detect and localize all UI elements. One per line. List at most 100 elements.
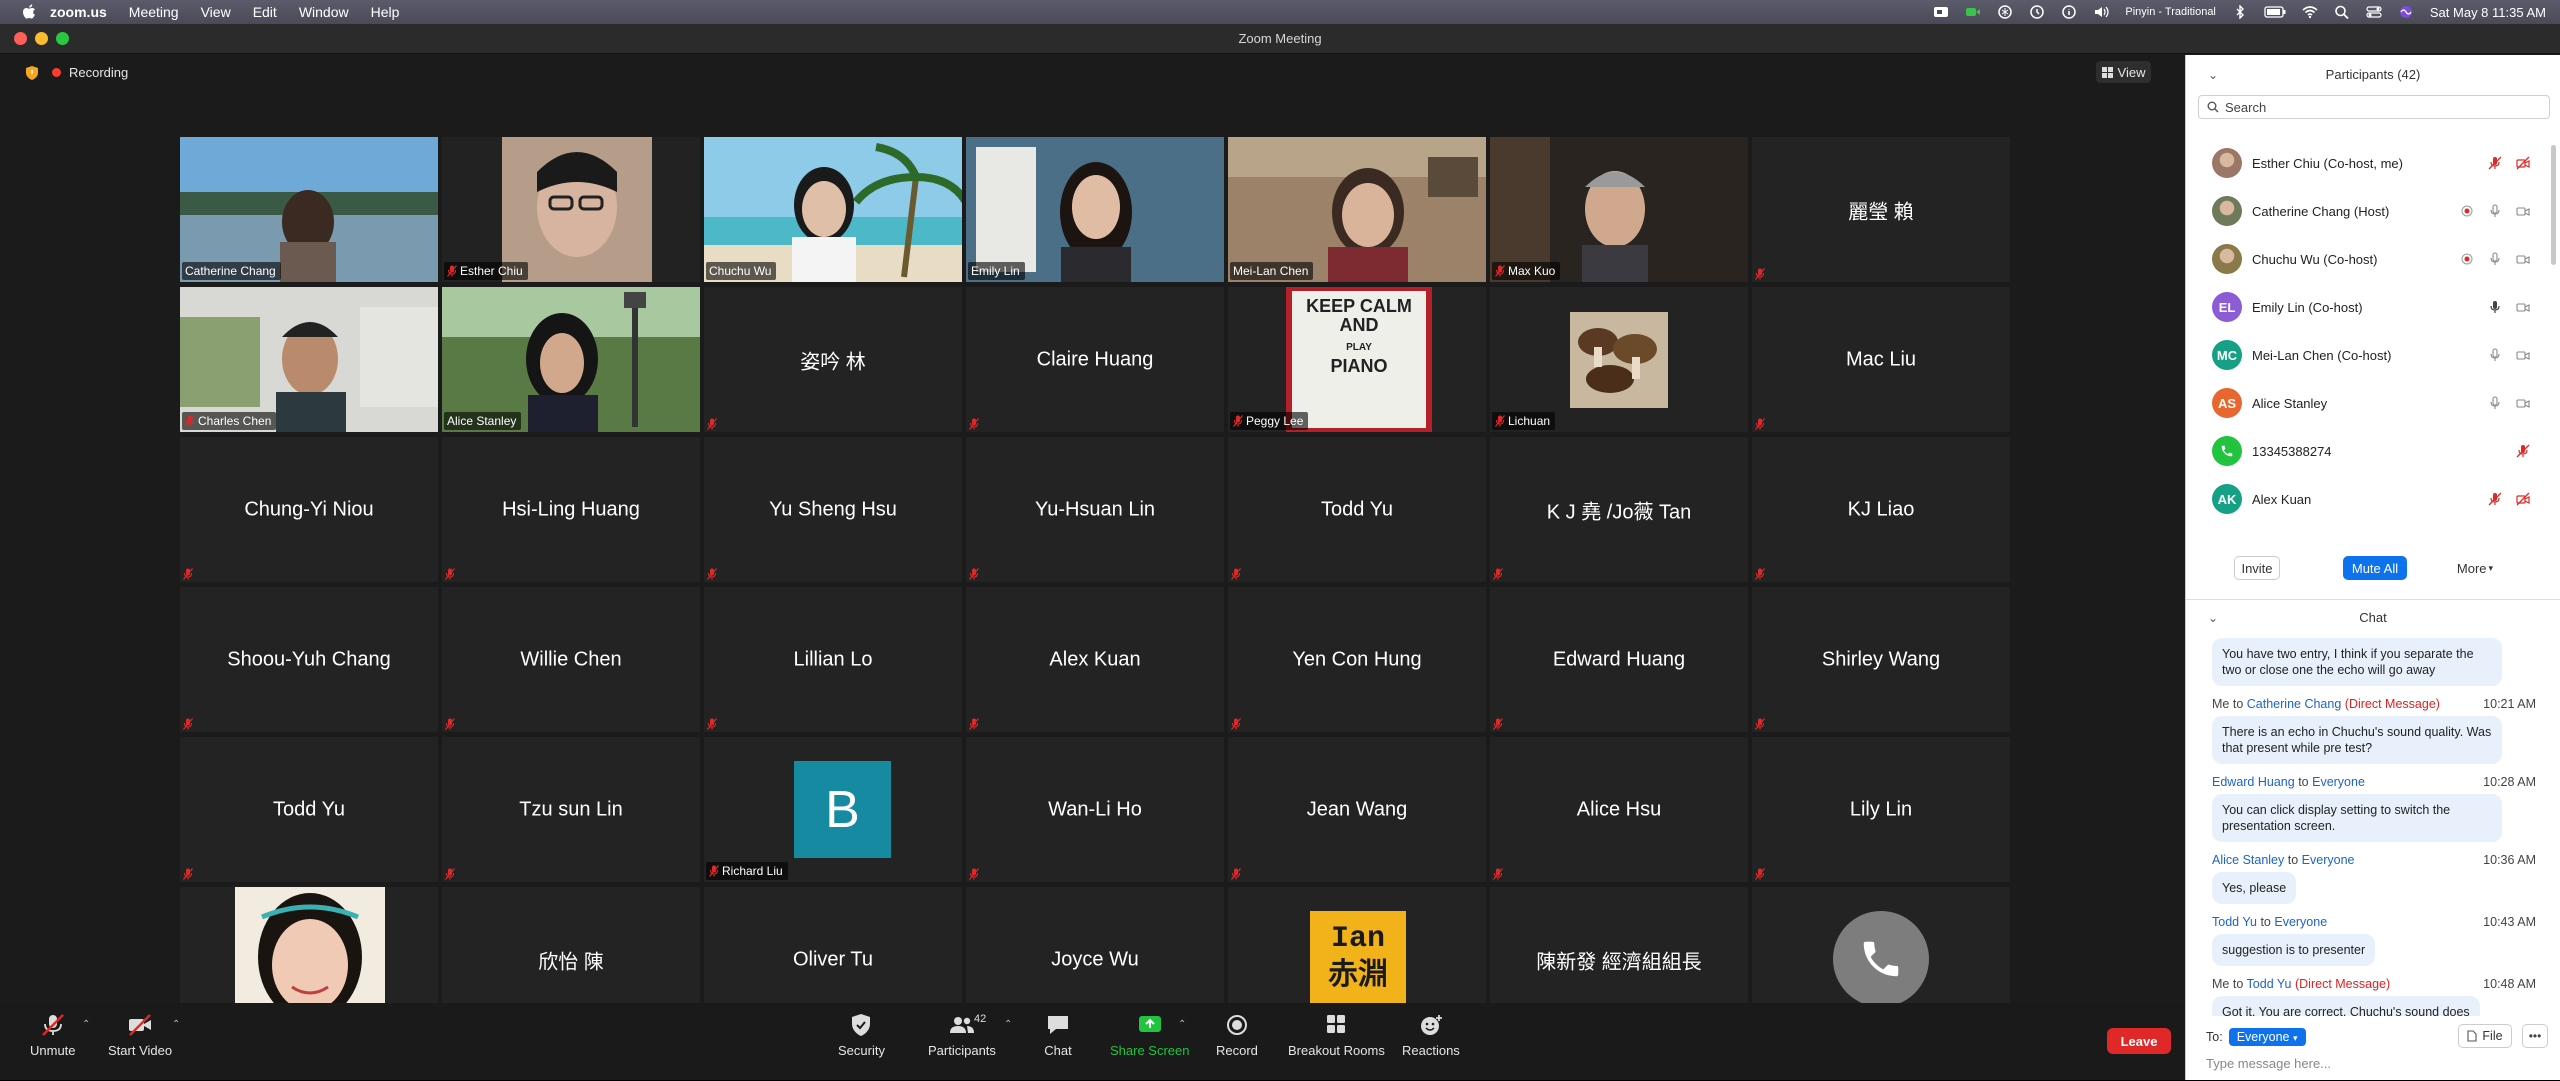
file-button[interactable]: File xyxy=(2458,1024,2512,1048)
bluetooth-devices-icon[interactable] xyxy=(1997,5,2013,19)
participant-tile[interactable]: Esther Chiu xyxy=(442,137,700,282)
wifi-icon[interactable] xyxy=(2302,5,2318,19)
mute-all-button[interactable]: Mute All xyxy=(2343,556,2407,580)
participant-tile[interactable]: Edward Huang xyxy=(1490,587,1748,732)
participant-row[interactable]: MC Mei-Lan Chen (Co-host) xyxy=(2186,331,2560,379)
video-icon[interactable] xyxy=(2516,204,2530,218)
muted-mic-icon[interactable] xyxy=(2488,492,2502,506)
participant-row[interactable]: AS Alice Stanley xyxy=(2186,379,2560,427)
chat-sender[interactable]: Me xyxy=(2212,977,2229,991)
zoom-status-icon[interactable] xyxy=(1933,5,1949,19)
menu-datetime[interactable]: Sat May 8 11:35 AM xyxy=(2430,5,2546,20)
collapse-participants-chevron-icon[interactable]: ⌄ xyxy=(2208,55,2218,95)
participant-row[interactable]: Chuchu Wu (Co-host) xyxy=(2186,235,2560,283)
chat-recipient-name[interactable]: Todd Yu xyxy=(2247,977,2292,991)
input-source-indicator[interactable]: Pinyin - Traditional xyxy=(2125,6,2216,18)
chat-recipient-name[interactable]: Everyone xyxy=(2312,775,2365,789)
chat-sender[interactable]: Alice Stanley xyxy=(2212,853,2284,867)
invite-button[interactable]: Invite xyxy=(2234,556,2280,580)
participant-tile[interactable]: Wan-Li Ho xyxy=(966,737,1224,882)
chat-message-bubble[interactable]: Got it. You are correct. Chuchu's sound … xyxy=(2212,996,2480,1016)
time-machine-icon[interactable] xyxy=(2029,5,2045,19)
reactions-button[interactable]: Reactions xyxy=(1402,1013,1460,1058)
participant-tile[interactable]: B Richard Liu xyxy=(704,737,962,882)
video-icon[interactable] xyxy=(2516,348,2530,362)
recipient-dropdown[interactable]: Everyone ▾ xyxy=(2228,1028,2306,1046)
battery-icon[interactable] xyxy=(2264,5,2286,19)
participant-tile[interactable]: Alex Kuan xyxy=(966,587,1224,732)
video-icon[interactable] xyxy=(2516,300,2530,314)
siri-icon[interactable] xyxy=(2398,5,2414,19)
apple-icon[interactable] xyxy=(22,4,36,20)
participant-tile[interactable]: 姿吟 林 xyxy=(704,287,962,432)
participant-tile[interactable]: Shirley Wang xyxy=(1752,587,2010,732)
participant-row[interactable]: AK Alex Kuan xyxy=(2186,475,2560,519)
chat-message-bubble[interactable]: suggestion is to presenter xyxy=(2212,934,2376,966)
breakout-rooms-button[interactable]: Breakout Rooms xyxy=(1288,1013,1385,1058)
participant-tile[interactable]: Jean Wang xyxy=(1228,737,1486,882)
participants-search-field[interactable]: Search xyxy=(2198,95,2550,119)
participant-tile[interactable]: KEEP CALM AND PLAY PIANO Peggy Lee xyxy=(1228,287,1486,432)
share-screen-button[interactable]: Share Screen ⌃ xyxy=(1110,1013,1190,1058)
participant-tile[interactable]: Tzu sun Lin xyxy=(442,737,700,882)
menu-window[interactable]: Window xyxy=(299,4,349,20)
mic-icon[interactable] xyxy=(2488,396,2502,410)
menu-app-name[interactable]: zoom.us xyxy=(50,4,107,20)
participant-row[interactable]: 13345388274 xyxy=(2186,427,2560,475)
video-icon[interactable] xyxy=(2516,396,2530,410)
control-center-icon[interactable] xyxy=(2366,5,2382,19)
chat-message-bubble[interactable]: Yes, please xyxy=(2212,872,2297,904)
participant-tile[interactable]: Hsi-Ling Huang xyxy=(442,437,700,582)
recording-indicator[interactable]: Recording xyxy=(26,65,128,80)
participant-tile[interactable]: KJ Liao xyxy=(1752,437,2010,582)
participant-tile[interactable]: Charles Chen xyxy=(180,287,438,432)
participant-tile[interactable]: K J 堯 /Jo薇 Tan xyxy=(1490,437,1748,582)
participant-tile[interactable]: Todd Yu xyxy=(180,737,438,882)
participant-tile[interactable]: Chung-Yi Niou xyxy=(180,437,438,582)
participant-tile[interactable]: Claire Huang xyxy=(966,287,1224,432)
mic-icon[interactable] xyxy=(2488,348,2502,362)
chat-recipient-name[interactable]: Everyone xyxy=(2274,915,2327,929)
participant-tile[interactable]: 麗瑩 賴 xyxy=(1752,137,2010,282)
chat-message-bubble[interactable]: You can click display setting to switch … xyxy=(2212,794,2502,842)
participant-tile[interactable]: Max Kuo xyxy=(1490,137,1748,282)
chat-message-input[interactable] xyxy=(2206,1056,2536,1071)
participant-tile[interactable]: Mei-Lan Chen xyxy=(1228,137,1486,282)
participants-options-chevron-icon[interactable]: ⌃ xyxy=(1004,1019,1012,1030)
participant-row[interactable]: EL Emily Lin (Co-host) xyxy=(2186,283,2560,331)
video-icon[interactable] xyxy=(2516,252,2530,266)
menu-edit[interactable]: Edit xyxy=(253,4,277,20)
participant-tile[interactable]: Yen Con Hung xyxy=(1228,587,1486,732)
close-window-button[interactable] xyxy=(14,32,27,45)
unmute-button[interactable]: Unmute ⌃ xyxy=(30,1013,90,1058)
muted-mic-icon[interactable] xyxy=(2488,156,2502,170)
chat-recipient-name[interactable]: Everyone xyxy=(2302,853,2355,867)
participant-tile[interactable]: Mac Liu xyxy=(1752,287,2010,432)
security-button[interactable]: Security xyxy=(838,1013,885,1058)
chat-sender[interactable]: Edward Huang xyxy=(2212,775,2295,789)
start-video-button[interactable]: Start Video ⌃ xyxy=(108,1013,180,1058)
menu-view[interactable]: View xyxy=(201,4,231,20)
record-button[interactable]: Record xyxy=(1216,1013,1258,1058)
participants-button[interactable]: Participants 42 ⌃ xyxy=(928,1013,1012,1058)
participant-tile[interactable]: Catherine Chang xyxy=(180,137,438,282)
leave-meeting-button[interactable]: Leave xyxy=(2107,1028,2171,1054)
chat-message-bubble[interactable]: You have two entry, I think if you separ… xyxy=(2212,638,2502,686)
chat-more-button[interactable]: ••• xyxy=(2522,1024,2548,1048)
view-button[interactable]: View xyxy=(2096,61,2151,83)
participant-tile[interactable]: Todd Yu xyxy=(1228,437,1486,582)
participant-row[interactable]: Catherine Chang (Host) xyxy=(2186,187,2560,235)
chat-sender[interactable]: Todd Yu xyxy=(2212,915,2257,929)
chat-messages[interactable]: You have two entry, I think if you separ… xyxy=(2186,636,2560,1016)
volume-icon[interactable] xyxy=(2093,5,2109,19)
speaking-mic-icon[interactable] xyxy=(2488,300,2502,314)
participant-tile[interactable]: Alice Hsu xyxy=(1490,737,1748,882)
chat-button[interactable]: Chat xyxy=(1044,1013,1072,1058)
zoom-window-button[interactable] xyxy=(56,32,69,45)
participant-tile[interactable]: Yu Sheng Hsu xyxy=(704,437,962,582)
bluetooth-icon[interactable] xyxy=(2232,5,2248,19)
video-off-icon[interactable] xyxy=(2516,492,2530,506)
mic-icon[interactable] xyxy=(2488,204,2502,218)
chat-sender[interactable]: Me xyxy=(2212,697,2229,711)
chat-message-bubble[interactable]: There is an echo in Chuchu's sound quali… xyxy=(2212,716,2502,764)
